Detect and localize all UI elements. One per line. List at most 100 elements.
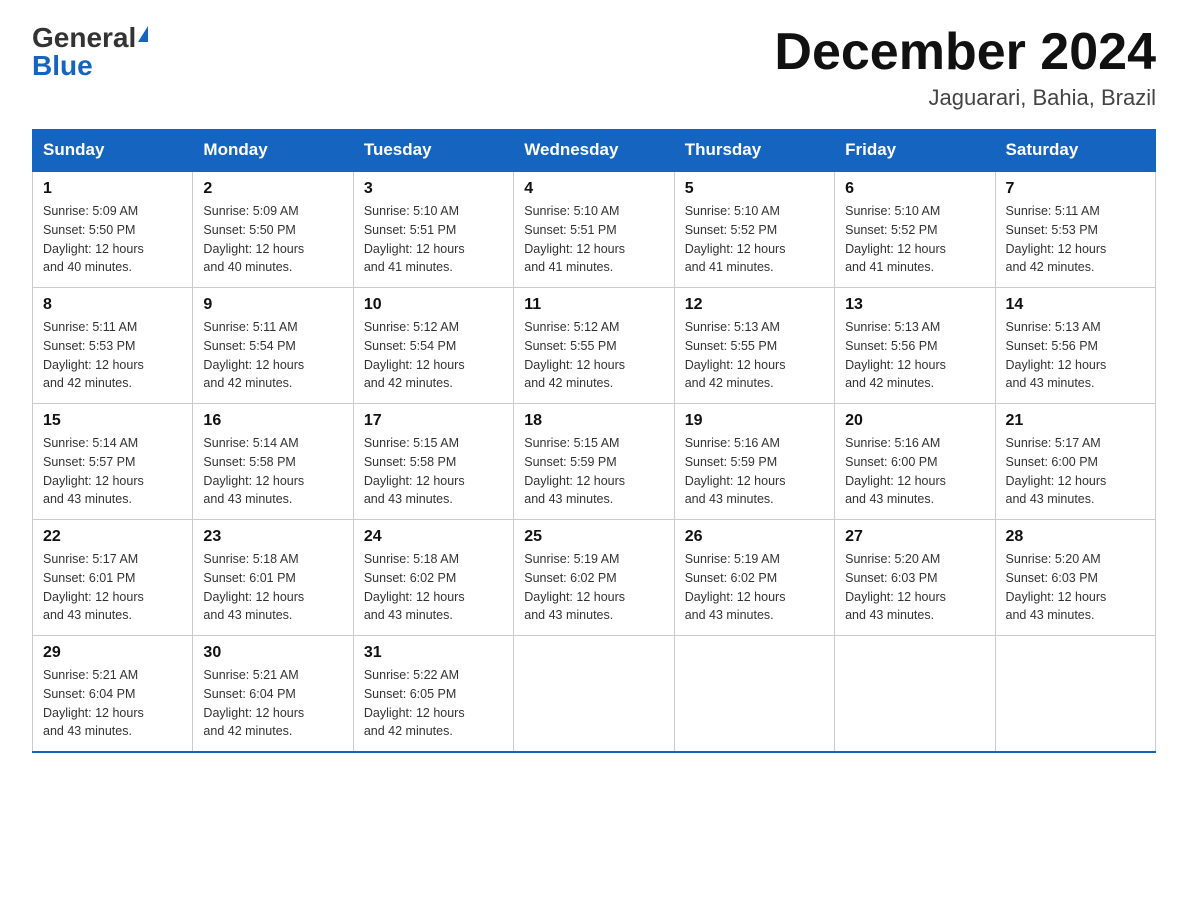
day-info: Sunrise: 5:10 AMSunset: 5:52 PMDaylight:… xyxy=(685,202,824,277)
day-number: 15 xyxy=(43,412,182,430)
day-number: 31 xyxy=(364,644,503,662)
day-info: Sunrise: 5:13 AMSunset: 5:56 PMDaylight:… xyxy=(845,318,984,393)
logo: General Blue xyxy=(32,24,148,80)
logo-general-text: General xyxy=(32,24,136,52)
day-number: 14 xyxy=(1006,296,1145,314)
day-info: Sunrise: 5:10 AMSunset: 5:52 PMDaylight:… xyxy=(845,202,984,277)
location-title: Jaguarari, Bahia, Brazil xyxy=(774,85,1156,111)
calendar-cell: 23 Sunrise: 5:18 AMSunset: 6:01 PMDayligh… xyxy=(193,520,353,636)
calendar-cell: 26 Sunrise: 5:19 AMSunset: 6:02 PMDayligh… xyxy=(674,520,834,636)
logo-triangle-icon xyxy=(138,26,148,42)
day-number: 5 xyxy=(685,180,824,198)
day-info: Sunrise: 5:21 AMSunset: 6:04 PMDaylight:… xyxy=(203,666,342,741)
day-info: Sunrise: 5:22 AMSunset: 6:05 PMDaylight:… xyxy=(364,666,503,741)
day-info: Sunrise: 5:17 AMSunset: 6:01 PMDaylight:… xyxy=(43,550,182,625)
day-number: 21 xyxy=(1006,412,1145,430)
day-number: 29 xyxy=(43,644,182,662)
day-number: 27 xyxy=(845,528,984,546)
day-number: 1 xyxy=(43,180,182,198)
day-number: 17 xyxy=(364,412,503,430)
day-number: 7 xyxy=(1006,180,1145,198)
calendar-cell: 10 Sunrise: 5:12 AMSunset: 5:54 PMDayligh… xyxy=(353,288,513,404)
calendar-cell: 28 Sunrise: 5:20 AMSunset: 6:03 PMDayligh… xyxy=(995,520,1155,636)
day-info: Sunrise: 5:20 AMSunset: 6:03 PMDaylight:… xyxy=(845,550,984,625)
calendar-cell: 14Sunrise: 5:13 AMSunset: 5:56 PMDayligh… xyxy=(995,288,1155,404)
day-info: Sunrise: 5:20 AMSunset: 6:03 PMDaylight:… xyxy=(1006,550,1145,625)
day-info: Sunrise: 5:12 AMSunset: 5:54 PMDaylight:… xyxy=(364,318,503,393)
calendar-week-row: 22 Sunrise: 5:17 AMSunset: 6:01 PMDayligh… xyxy=(33,520,1156,636)
day-number: 12 xyxy=(685,296,824,314)
day-info: Sunrise: 5:14 AMSunset: 5:58 PMDaylight:… xyxy=(203,434,342,509)
calendar-cell: 24 Sunrise: 5:18 AMSunset: 6:02 PMDayligh… xyxy=(353,520,513,636)
day-number: 13 xyxy=(845,296,984,314)
logo-blue-text: Blue xyxy=(32,52,93,80)
day-header-saturday: Saturday xyxy=(995,130,1155,172)
day-number: 28 xyxy=(1006,528,1145,546)
day-number: 25 xyxy=(524,528,663,546)
day-number: 20 xyxy=(845,412,984,430)
day-info: Sunrise: 5:21 AMSunset: 6:04 PMDaylight:… xyxy=(43,666,182,741)
calendar-cell: 9Sunrise: 5:11 AMSunset: 5:54 PMDaylight… xyxy=(193,288,353,404)
day-number: 4 xyxy=(524,180,663,198)
day-info: Sunrise: 5:11 AMSunset: 5:53 PMDaylight:… xyxy=(43,318,182,393)
day-header-sunday: Sunday xyxy=(33,130,193,172)
calendar-cell: 4 Sunrise: 5:10 AMSunset: 5:51 PMDaylight… xyxy=(514,171,674,288)
day-number: 10 xyxy=(364,296,503,314)
day-info: Sunrise: 5:09 AMSunset: 5:50 PMDaylight:… xyxy=(43,202,182,277)
calendar-cell: 17 Sunrise: 5:15 AMSunset: 5:58 PMDayligh… xyxy=(353,404,513,520)
calendar-cell xyxy=(674,636,834,753)
day-info: Sunrise: 5:12 AMSunset: 5:55 PMDaylight:… xyxy=(524,318,663,393)
day-number: 9 xyxy=(203,296,342,314)
title-block: December 2024 Jaguarari, Bahia, Brazil xyxy=(774,24,1156,111)
day-info: Sunrise: 5:09 AMSunset: 5:50 PMDaylight:… xyxy=(203,202,342,277)
day-info: Sunrise: 5:19 AMSunset: 6:02 PMDaylight:… xyxy=(524,550,663,625)
day-header-tuesday: Tuesday xyxy=(353,130,513,172)
calendar-cell: 12 Sunrise: 5:13 AMSunset: 5:55 PMDayligh… xyxy=(674,288,834,404)
month-title: December 2024 xyxy=(774,24,1156,81)
day-number: 23 xyxy=(203,528,342,546)
calendar-cell xyxy=(995,636,1155,753)
day-info: Sunrise: 5:13 AMSunset: 5:55 PMDaylight:… xyxy=(685,318,824,393)
calendar-cell: 22 Sunrise: 5:17 AMSunset: 6:01 PMDayligh… xyxy=(33,520,193,636)
day-number: 26 xyxy=(685,528,824,546)
day-info: Sunrise: 5:15 AMSunset: 5:58 PMDaylight:… xyxy=(364,434,503,509)
day-info: Sunrise: 5:10 AMSunset: 5:51 PMDaylight:… xyxy=(364,202,503,277)
day-number: 6 xyxy=(845,180,984,198)
calendar-cell xyxy=(835,636,995,753)
day-number: 11 xyxy=(524,296,663,314)
day-number: 8 xyxy=(43,296,182,314)
day-number: 2 xyxy=(203,180,342,198)
day-header-friday: Friday xyxy=(835,130,995,172)
day-number: 16 xyxy=(203,412,342,430)
calendar-table: SundayMondayTuesdayWednesdayThursdayFrid… xyxy=(32,129,1156,753)
day-info: Sunrise: 5:16 AMSunset: 6:00 PMDaylight:… xyxy=(845,434,984,509)
day-number: 22 xyxy=(43,528,182,546)
calendar-cell: 1 Sunrise: 5:09 AMSunset: 5:50 PMDaylight… xyxy=(33,171,193,288)
calendar-week-row: 15 Sunrise: 5:14 AMSunset: 5:57 PMDayligh… xyxy=(33,404,1156,520)
day-number: 18 xyxy=(524,412,663,430)
day-info: Sunrise: 5:19 AMSunset: 6:02 PMDaylight:… xyxy=(685,550,824,625)
calendar-cell: 21Sunrise: 5:17 AMSunset: 6:00 PMDayligh… xyxy=(995,404,1155,520)
calendar-cell: 18Sunrise: 5:15 AMSunset: 5:59 PMDayligh… xyxy=(514,404,674,520)
calendar-week-row: 8 Sunrise: 5:11 AMSunset: 5:53 PMDaylight… xyxy=(33,288,1156,404)
day-info: Sunrise: 5:18 AMSunset: 6:02 PMDaylight:… xyxy=(364,550,503,625)
calendar-cell: 8 Sunrise: 5:11 AMSunset: 5:53 PMDaylight… xyxy=(33,288,193,404)
calendar-cell: 2 Sunrise: 5:09 AMSunset: 5:50 PMDaylight… xyxy=(193,171,353,288)
calendar-week-row: 29 Sunrise: 5:21 AMSunset: 6:04 PMDayligh… xyxy=(33,636,1156,753)
calendar-cell: 29 Sunrise: 5:21 AMSunset: 6:04 PMDayligh… xyxy=(33,636,193,753)
day-info: Sunrise: 5:14 AMSunset: 5:57 PMDaylight:… xyxy=(43,434,182,509)
calendar-cell: 7 Sunrise: 5:11 AMSunset: 5:53 PMDaylight… xyxy=(995,171,1155,288)
day-number: 3 xyxy=(364,180,503,198)
day-info: Sunrise: 5:18 AMSunset: 6:01 PMDaylight:… xyxy=(203,550,342,625)
day-number: 24 xyxy=(364,528,503,546)
page-header: General Blue December 2024 Jaguarari, Ba… xyxy=(32,24,1156,111)
day-info: Sunrise: 5:10 AMSunset: 5:51 PMDaylight:… xyxy=(524,202,663,277)
calendar-cell: 3 Sunrise: 5:10 AMSunset: 5:51 PMDaylight… xyxy=(353,171,513,288)
day-header-monday: Monday xyxy=(193,130,353,172)
calendar-cell: 5 Sunrise: 5:10 AMSunset: 5:52 PMDaylight… xyxy=(674,171,834,288)
day-info: Sunrise: 5:16 AMSunset: 5:59 PMDaylight:… xyxy=(685,434,824,509)
calendar-cell: 11 Sunrise: 5:12 AMSunset: 5:55 PMDayligh… xyxy=(514,288,674,404)
calendar-cell: 16 Sunrise: 5:14 AMSunset: 5:58 PMDayligh… xyxy=(193,404,353,520)
day-info: Sunrise: 5:11 AMSunset: 5:53 PMDaylight:… xyxy=(1006,202,1145,277)
calendar-cell: 31 Sunrise: 5:22 AMSunset: 6:05 PMDayligh… xyxy=(353,636,513,753)
